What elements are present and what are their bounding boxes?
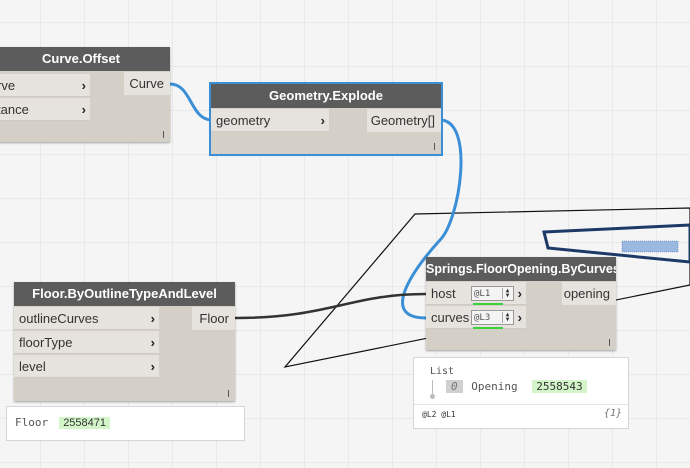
node-title: Curve.Offset xyxy=(0,47,170,71)
chevron-right-icon: › xyxy=(150,359,155,374)
preview-value: 2558471 xyxy=(59,417,111,429)
wire-offset-to-explode[interactable] xyxy=(169,82,213,122)
level-value: @L1 xyxy=(474,289,491,299)
list-label: List xyxy=(430,366,455,377)
node-title: Springs.FloorOpening.ByCurves xyxy=(426,257,616,281)
level-spinner-icon[interactable]: ▲ ▼ xyxy=(502,288,512,299)
node-title: Geometry.Explode xyxy=(211,84,441,108)
port-label: geometry xyxy=(216,113,271,128)
level-value: @L3 xyxy=(474,313,491,323)
input-port-level[interactable]: level › xyxy=(14,355,159,378)
output-port-geometry-list[interactable]: Geometry[] xyxy=(367,109,441,132)
level-underline xyxy=(473,327,503,329)
geometry-explode-node[interactable]: Geometry.Explode geometry › Geometry[] xyxy=(209,82,443,156)
item-count: {1} xyxy=(603,408,622,419)
chevron-right-icon: › xyxy=(150,311,155,326)
lacing-grip-icon[interactable] xyxy=(434,143,435,150)
level-chip-host[interactable]: @L1 ▲ ▼ xyxy=(471,286,514,301)
output-port-floor[interactable]: Floor xyxy=(192,307,235,330)
chevron-right-icon: › xyxy=(517,286,522,301)
preview-label: Floor xyxy=(15,416,49,429)
lacing-grip-icon[interactable] xyxy=(228,390,229,397)
list-index: 0 xyxy=(446,380,463,393)
item-label: Opening xyxy=(471,380,518,393)
preview-divider xyxy=(414,404,628,405)
opening-geometry xyxy=(621,240,679,253)
input-port-curves[interactable]: curves @L3 ▲ ▼ › xyxy=(426,306,526,329)
port-label: rve xyxy=(0,78,16,93)
port-label: level xyxy=(19,359,46,374)
output-port-curve[interactable]: Curve xyxy=(124,72,170,95)
input-port-floor-type[interactable]: floorType › xyxy=(14,331,159,354)
port-label: tance xyxy=(0,102,29,117)
input-port-outline-curves[interactable]: outlineCurves › xyxy=(14,307,159,330)
lacing-grip-icon[interactable] xyxy=(163,131,164,138)
node-title: Floor.ByOutlineTypeAndLevel xyxy=(14,282,235,306)
item-value: 2558543 xyxy=(532,380,587,393)
tree-node-dot xyxy=(430,394,435,399)
port-label: floorType xyxy=(19,335,73,350)
wire-floor-to-host[interactable] xyxy=(234,292,427,320)
level-chip-curves[interactable]: @L3 ▲ ▼ xyxy=(471,310,514,325)
levels-label: @L2 @L1 xyxy=(422,410,456,419)
port-label: outlineCurves xyxy=(19,311,99,326)
output-port-opening[interactable]: opening xyxy=(562,282,616,305)
chevron-right-icon: › xyxy=(517,310,522,325)
chevron-right-icon: › xyxy=(81,78,86,93)
chevron-right-icon: › xyxy=(150,335,155,350)
chevron-right-icon: › xyxy=(81,102,86,117)
level-spinner-icon[interactable]: ▲ ▼ xyxy=(502,312,512,323)
springs-floor-opening-node[interactable]: Springs.FloorOpening.ByCurves host @L1 ▲… xyxy=(426,257,616,350)
level-underline xyxy=(473,303,503,305)
opening-preview-bubble[interactable]: List 0 Opening 2558543 @L2 @L1 {1} xyxy=(413,357,629,429)
port-label: host xyxy=(431,286,456,301)
lacing-grip-icon[interactable] xyxy=(609,339,610,346)
input-port-curve[interactable]: rve › xyxy=(0,74,90,97)
input-port-host[interactable]: host @L1 ▲ ▼ › xyxy=(426,282,526,305)
input-port-distance[interactable]: tance › xyxy=(0,98,90,121)
chevron-right-icon: › xyxy=(320,113,325,128)
input-port-geometry[interactable]: geometry › xyxy=(211,109,329,132)
floor-by-outline-node[interactable]: Floor.ByOutlineTypeAndLevel outlineCurve… xyxy=(14,282,235,401)
floor-preview-bubble[interactable]: Floor 2558471 xyxy=(6,406,245,441)
port-label: curves xyxy=(431,310,470,325)
curve-offset-node[interactable]: Curve.Offset rve › tance › Curve xyxy=(0,47,170,142)
